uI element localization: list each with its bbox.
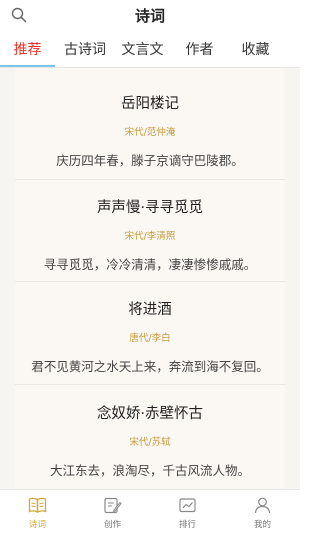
nav-item-poetry[interactable]: 诗词 [0,490,75,534]
book-icon [28,497,47,513]
poem-title: 将进酒 [128,302,172,318]
person-icon [254,497,271,514]
edit-icon [104,497,122,514]
nav-label: 诗词 [28,520,46,530]
poem-card[interactable]: 岳阳楼记 宋代/范仲淹 庆历四年春，滕子京谪守巴陵郡。 [15,68,285,171]
poem-list: 岳阳楼记 宋代/范仲淹 庆历四年春，滕子京谪守巴陵郡。 声声慢·寻寻觅觅 宋代/… [15,68,285,489]
poem-card[interactable]: 声声慢·寻寻觅觅 宋代/李清照 寻寻觅觅，冷冷清清，凄凄惨惨戚戚。 [15,172,285,275]
search-button[interactable] [9,5,29,25]
poem-card[interactable]: 将进酒 唐代/李白 君不见黄河之水天上来，奔流到海不复回。 [15,274,285,377]
nav-label: 我的 [253,520,271,530]
page-title: 诗词 [134,6,165,25]
category-tabs: 推荐 古诗词 文言文 作者 收藏 [0,30,300,68]
poem-title: 声声慢·寻寻觅觅 [96,200,204,216]
poem-author: 唐代/李白 [129,333,171,344]
poem-excerpt: 寻寻觅觅，冷冷清清，凄凄惨惨戚戚。 [43,257,257,272]
tab-favorites[interactable]: 收藏 [228,30,283,68]
bottom-nav: 诗词 创作 排行 我的 [0,489,300,534]
nav-label: 创作 [103,520,121,530]
poem-feed[interactable]: 岳阳楼记 宋代/范仲淹 庆历四年春，滕子京谪守巴陵郡。 声声慢·寻寻觅觅 宋代/… [0,68,300,489]
poem-excerpt: 大江东去，浪淘尽，千古风流人物。 [49,463,250,478]
poem-author: 宋代/李清照 [124,231,176,242]
nav-item-ranking[interactable]: 排行 [150,490,225,534]
active-tab-indicator [0,65,55,67]
poem-title: 念奴娇·赤壁怀古 [96,406,204,422]
poem-author: 宋代/范仲淹 [124,127,176,138]
top-bar: 诗词 [0,0,300,30]
ranking-icon [179,498,196,513]
poem-card[interactable]: 念奴娇·赤壁怀古 宋代/苏轼 大江东去，浪淘尽，千古风流人物。 [15,378,285,481]
nav-item-profile[interactable]: 我的 [225,490,300,534]
nav-label: 排行 [178,520,196,530]
tab-authors[interactable]: 作者 [172,30,227,68]
poem-author: 宋代/苏轼 [129,437,171,448]
poem-title: 岳阳楼记 [121,96,179,112]
poem-excerpt: 庆历四年春，滕子京谪守巴陵郡。 [56,153,244,168]
tab-classical-prose[interactable]: 文言文 [115,30,170,68]
search-icon [11,7,27,23]
tab-classical-poetry[interactable]: 古诗词 [55,30,115,68]
poem-excerpt: 君不见黄河之水天上来，奔流到海不复回。 [31,359,269,374]
tab-recommend[interactable]: 推荐 [0,30,55,68]
nav-item-create[interactable]: 创作 [75,490,150,534]
